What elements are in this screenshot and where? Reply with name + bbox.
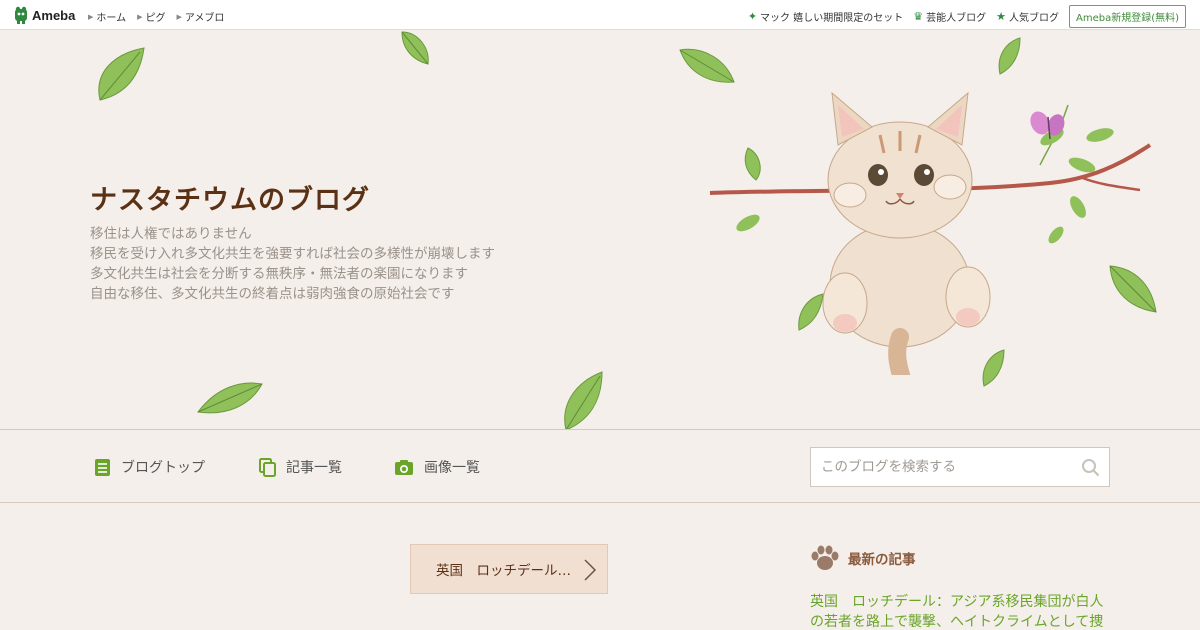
leaf-decoration (98, 47, 145, 101)
nav-blog-top[interactable]: ブログトップ (94, 457, 205, 477)
nav-label: 画像一覧 (424, 460, 480, 476)
register-button[interactable]: Ameba新規登録(無料) (1068, 5, 1186, 28)
leaf-decoration (998, 37, 1021, 75)
search-icon[interactable] (1081, 458, 1100, 477)
paw-icon (811, 545, 839, 570)
blog-title[interactable]: ナスタチウムのブログ (90, 178, 370, 217)
blog-description: 移住は人権ではありません 移民を受け入れ多文化共生を強要すれば社会の多様性が崩壊… (90, 224, 495, 304)
caret-right-icon: ▶ (137, 12, 143, 21)
ameba-mascot-icon (15, 6, 27, 24)
leaf-decoration (564, 371, 603, 429)
leaf-decoration (401, 31, 429, 65)
document-icon (95, 458, 110, 476)
next-post-button[interactable]: 英国 ロッチデール… (410, 544, 608, 594)
camera-icon (395, 459, 413, 475)
top-nav-ameblo[interactable]: ▶ アメブロ (176, 9, 225, 25)
caret-right-icon: ▶ (88, 12, 94, 21)
promo-link[interactable]: ✦ マック 嬉しい期間限定のセット (748, 9, 903, 24)
chevron-right-icon (584, 559, 597, 581)
popular-blog-link[interactable]: ★ 人気ブログ (996, 9, 1059, 24)
top-nav-label: ホーム (96, 13, 127, 24)
celebrity-blog-label: 芸能人ブログ (926, 13, 987, 24)
leaf-decoration (197, 382, 263, 414)
blog-header: ナスタチウムのブログ 移住は人権ではありません 移民を受け入れ多文化共生を強要す… (0, 30, 1200, 430)
global-header: Ameba ▶ ホーム ▶ ピグ ▶ アメブロ ✦ マック 嬉しい期間限定のセット ♛ 芸… (0, 0, 1200, 30)
blog-search (810, 447, 1110, 487)
latest-post-link[interactable]: 英国 ロッチデール：アジア系移民集団が白人の若者を路上で襲撃、ヘイトクライムとし… (810, 592, 1110, 630)
top-nav-home[interactable]: ▶ ホーム (88, 9, 127, 25)
caret-right-icon: ▶ (176, 12, 182, 21)
top-nav-label: ピグ (145, 13, 166, 24)
popular-blog-label: 人気ブログ (1008, 13, 1059, 24)
top-nav: ▶ ホーム ▶ ピグ ▶ アメブロ (88, 9, 225, 25)
sparkle-icon: ✦ (747, 10, 758, 23)
description-line: 多文化共生は社会を分断する無秩序・無法者の楽園になります (90, 266, 468, 282)
promo-link-label: マック 嬉しい期間限定のセット (760, 13, 904, 24)
blog-nav: ブログトップ 記事一覧 画像一覧 (0, 431, 1200, 503)
description-line: 移民を受け入れ多文化共生を強要すれば社会の多様性が崩壊します (90, 246, 495, 262)
crown-icon: ♛ (913, 10, 924, 23)
nav-label: ブログトップ (121, 460, 205, 476)
top-nav-pigg[interactable]: ▶ ピグ (137, 9, 166, 25)
search-input[interactable] (821, 459, 1071, 475)
pages-icon (259, 457, 276, 477)
sidebar-heading-label: 最新の記事 (848, 552, 916, 568)
top-right-links: ✦ マック 嬉しい期間限定のセット ♛ 芸能人ブログ ★ 人気ブログ Ameba新規登… (748, 5, 1186, 28)
top-nav-label: アメブロ (184, 13, 225, 24)
nav-label: 記事一覧 (286, 460, 342, 476)
ameba-logo[interactable]: Ameba (13, 6, 75, 24)
description-line: 自由な移住、多文化共生の終着点は弱肉強食の原始社会です (90, 286, 455, 302)
celebrity-blog-link[interactable]: ♛ 芸能人ブログ (913, 9, 986, 24)
nav-article-list[interactable]: 記事一覧 (259, 457, 342, 477)
logo-text: Ameba (32, 7, 76, 23)
description-line: 移住は人権ではありません (90, 226, 252, 242)
latest-posts-heading: 最新の記事 (810, 544, 916, 572)
nav-image-list[interactable]: 画像一覧 (394, 457, 480, 477)
kitten-illustration (709, 91, 1152, 375)
next-post-label: 英国 ロッチデール… (436, 563, 571, 579)
star-icon: ★ (996, 10, 1006, 23)
